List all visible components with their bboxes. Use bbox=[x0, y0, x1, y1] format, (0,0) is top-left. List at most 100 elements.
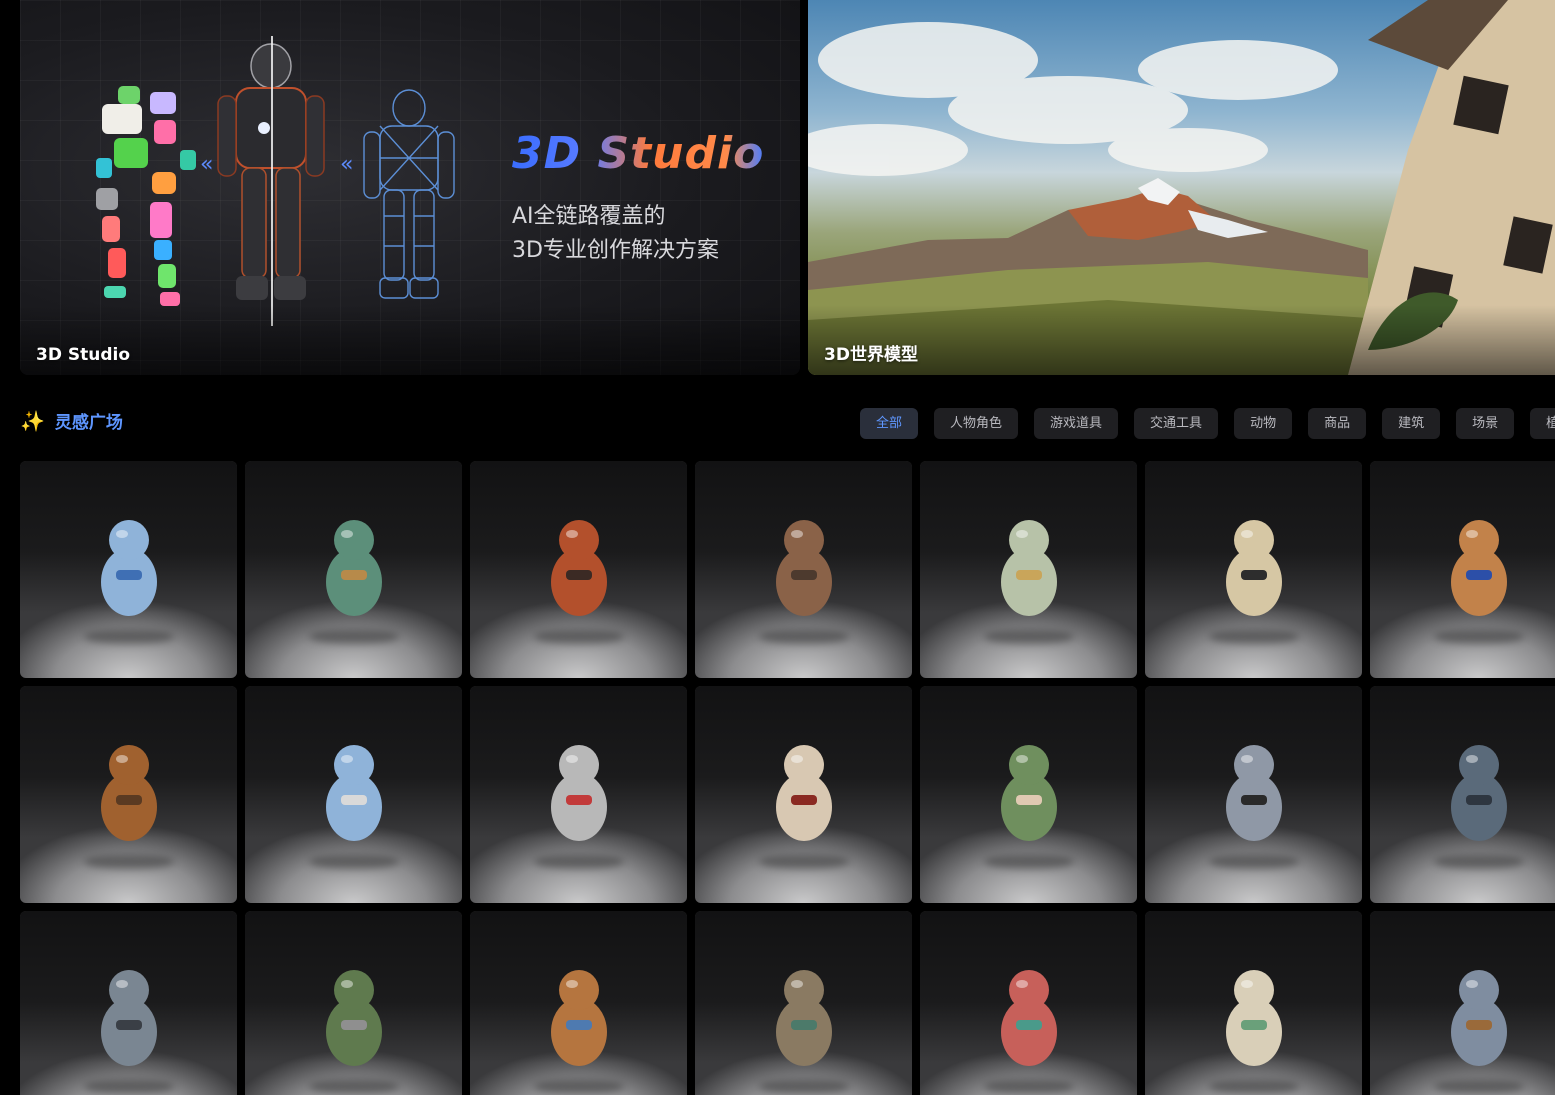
gallery-card[interactable] bbox=[1145, 686, 1362, 903]
monk-figurine-model bbox=[775, 519, 832, 616]
model-detail bbox=[340, 794, 367, 805]
jade-buddha-model bbox=[1225, 969, 1282, 1066]
jeweled-owl-model bbox=[1450, 519, 1507, 616]
chevron-left-double-icon: « bbox=[340, 152, 354, 177]
gallery-card[interactable] bbox=[695, 911, 912, 1095]
tab-5[interactable]: 商品 bbox=[1308, 408, 1367, 439]
model-head bbox=[1458, 969, 1499, 1010]
gallery-card[interactable] bbox=[920, 686, 1137, 903]
object-shadow bbox=[758, 1080, 849, 1094]
model-head bbox=[1233, 519, 1274, 560]
model-highlight bbox=[1015, 979, 1028, 988]
armored-hulk-model bbox=[325, 969, 382, 1066]
object-shadow bbox=[533, 630, 624, 644]
model-head bbox=[333, 969, 374, 1010]
gallery-card[interactable] bbox=[20, 461, 237, 678]
model-head bbox=[558, 744, 599, 785]
rover-vehicle-model bbox=[550, 744, 607, 841]
object-shadow bbox=[1433, 630, 1524, 644]
object-shadow bbox=[1208, 855, 1299, 869]
model-highlight bbox=[115, 529, 128, 538]
gallery-card[interactable] bbox=[1145, 911, 1362, 1095]
part-helmet bbox=[102, 104, 142, 134]
stone-tower-rover-model bbox=[1225, 744, 1282, 841]
gallery-card[interactable] bbox=[920, 461, 1137, 678]
part-shoulder bbox=[150, 92, 176, 114]
model-detail bbox=[790, 1019, 817, 1030]
gallery-card[interactable] bbox=[1370, 686, 1555, 903]
model-highlight bbox=[565, 529, 578, 538]
model-detail bbox=[1240, 569, 1267, 580]
gallery-card[interactable] bbox=[920, 911, 1137, 1095]
model-highlight bbox=[790, 754, 803, 763]
model-highlight bbox=[1240, 979, 1253, 988]
exploded-parts-figure bbox=[96, 86, 196, 306]
model-head bbox=[333, 744, 374, 785]
object-shadow bbox=[1208, 630, 1299, 644]
textured-robot-figure bbox=[217, 36, 325, 326]
object-shadow bbox=[983, 630, 1074, 644]
gallery-card[interactable] bbox=[1370, 461, 1555, 678]
model-highlight bbox=[1465, 529, 1478, 538]
tab-0[interactable]: 全部 bbox=[860, 408, 919, 439]
gallery-card[interactable] bbox=[695, 461, 912, 678]
object-shadow bbox=[308, 1080, 399, 1094]
model-detail bbox=[340, 569, 367, 580]
model-highlight bbox=[340, 529, 353, 538]
gallery-card[interactable] bbox=[245, 911, 462, 1095]
model-detail bbox=[1240, 1019, 1267, 1030]
tab-2[interactable]: 游戏道具 bbox=[1034, 408, 1119, 439]
lantern-girl-figurine-model bbox=[325, 519, 382, 616]
banner-caption: 3D世界模型 bbox=[824, 345, 918, 365]
dragon-hat-boy-model bbox=[1000, 744, 1057, 841]
model-detail bbox=[1465, 794, 1492, 805]
gallery-card[interactable] bbox=[470, 461, 687, 678]
gallery-card[interactable] bbox=[695, 686, 912, 903]
banner-subtitle-line1: AI全链路覆盖的 bbox=[512, 204, 666, 229]
gallery-card[interactable] bbox=[470, 686, 687, 903]
gallery-card[interactable] bbox=[1145, 461, 1362, 678]
model-highlight bbox=[115, 754, 128, 763]
object-shadow bbox=[1208, 1080, 1299, 1094]
gallery-card[interactable] bbox=[20, 686, 237, 903]
tab-8[interactable]: 植 bbox=[1530, 408, 1555, 439]
part-belt bbox=[152, 172, 176, 194]
part-hand-l bbox=[96, 158, 112, 178]
object-shadow bbox=[758, 855, 849, 869]
model-head bbox=[558, 969, 599, 1010]
model-head bbox=[783, 519, 824, 560]
object-shadow bbox=[308, 855, 399, 869]
tab-7[interactable]: 场景 bbox=[1456, 408, 1515, 439]
model-detail bbox=[115, 1019, 142, 1030]
gallery-card[interactable] bbox=[470, 911, 687, 1095]
model-highlight bbox=[790, 979, 803, 988]
model-detail bbox=[1015, 569, 1042, 580]
banner-title: 3D Studio bbox=[512, 128, 765, 179]
part-knee bbox=[154, 240, 172, 260]
model-detail bbox=[790, 794, 817, 805]
steampunk-fish-sub-model bbox=[100, 969, 157, 1066]
gallery-card[interactable] bbox=[1370, 911, 1555, 1095]
object-shadow bbox=[983, 855, 1074, 869]
part-chest bbox=[114, 138, 148, 168]
model-detail bbox=[115, 569, 142, 580]
gallery-card[interactable] bbox=[245, 461, 462, 678]
model-detail bbox=[790, 569, 817, 580]
model-head bbox=[1233, 969, 1274, 1010]
model-head bbox=[108, 744, 149, 785]
tab-3[interactable]: 交通工具 bbox=[1134, 408, 1219, 439]
object-shadow bbox=[83, 630, 174, 644]
tab-1[interactable]: 人物角色 bbox=[934, 408, 1019, 439]
part-hand-r bbox=[180, 150, 196, 170]
model-detail bbox=[115, 794, 142, 805]
model-head bbox=[783, 744, 824, 785]
tab-6[interactable]: 建筑 bbox=[1382, 408, 1441, 439]
banner-subtitle: AI全链路覆盖的 3D专业创作解决方案 bbox=[512, 200, 719, 268]
banner-3d-studio[interactable]: « « 3D Studio AI全链路覆盖的 3D专业创作解决方案 3D Stu… bbox=[20, 0, 800, 375]
tab-4[interactable]: 动物 bbox=[1234, 408, 1293, 439]
model-head bbox=[783, 969, 824, 1010]
model-detail bbox=[1240, 794, 1267, 805]
gallery-card[interactable] bbox=[20, 911, 237, 1095]
gallery-card[interactable] bbox=[245, 686, 462, 903]
banner-3d-world-model[interactable]: 3D世界模型 bbox=[808, 0, 1555, 375]
